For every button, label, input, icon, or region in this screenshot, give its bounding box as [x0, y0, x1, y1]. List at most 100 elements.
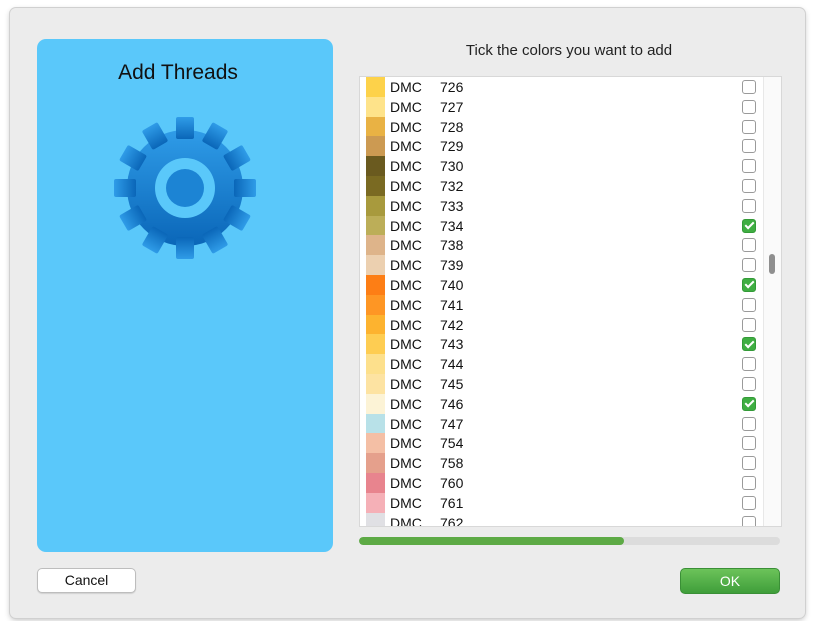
thread-checkbox[interactable]	[742, 277, 756, 292]
thread-checkbox[interactable]	[742, 178, 756, 193]
thread-code: 760	[440, 474, 464, 491]
thread-checkbox[interactable]	[742, 416, 756, 431]
color-swatch	[366, 274, 385, 295]
color-swatch	[366, 413, 385, 434]
progress-fill	[359, 537, 625, 545]
color-swatch	[366, 294, 385, 315]
thread-code: 761	[440, 494, 464, 511]
color-swatch	[366, 373, 385, 394]
thread-row[interactable]: DMC 739	[360, 255, 781, 275]
thread-brand: DMC	[390, 474, 422, 491]
scrollbar[interactable]	[763, 77, 781, 526]
thread-checkbox[interactable]	[742, 159, 756, 174]
thread-brand: DMC	[390, 356, 422, 373]
color-swatch	[366, 96, 385, 117]
thread-row[interactable]: DMC 732	[360, 175, 781, 196]
color-swatch	[366, 235, 385, 256]
color-swatch	[366, 453, 385, 473]
color-swatch	[366, 334, 385, 355]
thread-checkbox[interactable]	[742, 198, 756, 213]
thread-brand: DMC	[390, 276, 422, 293]
thread-row[interactable]: DMC 758	[360, 453, 781, 473]
thread-code: 744	[440, 356, 464, 373]
thread-brand: DMC	[390, 79, 422, 95]
thread-checkbox[interactable]	[742, 376, 756, 391]
thread-row[interactable]: DMC 738	[360, 235, 781, 256]
add-threads-dialog: Add Threads Tick the colors you want to …	[10, 8, 805, 618]
thread-checkbox[interactable]	[742, 99, 756, 114]
color-swatch	[366, 175, 385, 196]
thread-brand: DMC	[390, 237, 422, 254]
ok-button[interactable]: OK	[680, 568, 780, 594]
scrollbar-thumb[interactable]	[769, 254, 775, 274]
thread-checkbox[interactable]	[742, 436, 756, 451]
thread-row[interactable]: DMC 734	[360, 215, 781, 236]
thread-code: 742	[440, 316, 464, 333]
thread-brand: DMC	[390, 296, 422, 313]
thread-code: 762	[440, 514, 464, 527]
thread-row[interactable]: DMC 728	[360, 116, 781, 137]
thread-code: 730	[440, 158, 464, 175]
thread-brand: DMC	[390, 257, 422, 274]
thread-code: 729	[440, 138, 464, 155]
thread-row[interactable]: DMC 760	[360, 472, 781, 493]
thread-checkbox[interactable]	[742, 238, 756, 253]
thread-row[interactable]: DMC 727	[360, 96, 781, 117]
thread-checkbox[interactable]	[742, 317, 756, 332]
color-swatch	[366, 354, 385, 374]
left-panel: Add Threads	[37, 39, 333, 552]
thread-brand: DMC	[390, 395, 422, 412]
thread-row[interactable]: DMC 730	[360, 156, 781, 176]
thread-checkbox[interactable]	[742, 515, 756, 526]
thread-row[interactable]: DMC 733	[360, 195, 781, 216]
color-swatch	[366, 492, 385, 513]
thread-code: 732	[440, 177, 464, 194]
thread-checkbox[interactable]	[742, 80, 756, 94]
thread-row[interactable]: DMC 754	[360, 433, 781, 454]
thread-brand: DMC	[390, 336, 422, 353]
thread-brand: DMC	[390, 375, 422, 392]
thread-checkbox[interactable]	[742, 119, 756, 134]
thread-row[interactable]: DMC 726	[360, 77, 781, 97]
thread-code: 739	[440, 257, 464, 274]
panel-title: Add Threads	[118, 61, 238, 84]
thread-row[interactable]: DMC 747	[360, 413, 781, 434]
thread-row[interactable]: DMC 740	[360, 274, 781, 295]
thread-row[interactable]: DMC 761	[360, 492, 781, 513]
thread-checkbox[interactable]	[742, 357, 756, 372]
thread-checkbox[interactable]	[742, 396, 756, 411]
thread-brand: DMC	[390, 316, 422, 333]
color-swatch	[366, 195, 385, 216]
thread-list[interactable]: DMC 726 DMC 727 DMC 728 DMC 729 DMC 730 DMC 732 DMC 7…	[359, 76, 782, 527]
thread-checkbox[interactable]	[742, 139, 756, 154]
thread-checkbox[interactable]	[742, 297, 756, 312]
thread-row[interactable]: DMC 745	[360, 373, 781, 394]
thread-brand: DMC	[390, 514, 422, 527]
thread-row[interactable]: DMC 762	[360, 512, 781, 527]
thread-row[interactable]: DMC 742	[360, 314, 781, 335]
color-swatch	[366, 77, 385, 97]
thread-code: 738	[440, 237, 464, 254]
thread-code: 734	[440, 217, 464, 234]
thread-row[interactable]: DMC 746	[360, 393, 781, 414]
thread-checkbox[interactable]	[742, 337, 756, 352]
color-swatch	[366, 136, 385, 157]
thread-row[interactable]: DMC 729	[360, 136, 781, 157]
instruction-text: Tick the colors you want to add	[465, 42, 673, 59]
thread-checkbox[interactable]	[742, 495, 756, 510]
thread-brand: DMC	[390, 415, 422, 432]
thread-row[interactable]: DMC 744	[360, 354, 781, 374]
color-swatch	[366, 215, 385, 236]
color-swatch	[366, 393, 385, 414]
thread-code: 747	[440, 415, 464, 432]
thread-checkbox[interactable]	[742, 475, 756, 490]
thread-checkbox[interactable]	[742, 456, 756, 471]
cancel-button[interactable]: Cancel	[37, 568, 136, 593]
thread-row[interactable]: DMC 743	[360, 334, 781, 355]
thread-code: 758	[440, 455, 464, 472]
thread-row[interactable]: DMC 741	[360, 294, 781, 315]
thread-brand: DMC	[390, 98, 422, 115]
thread-checkbox[interactable]	[742, 218, 756, 233]
thread-code: 727	[440, 98, 464, 115]
thread-checkbox[interactable]	[742, 258, 756, 273]
